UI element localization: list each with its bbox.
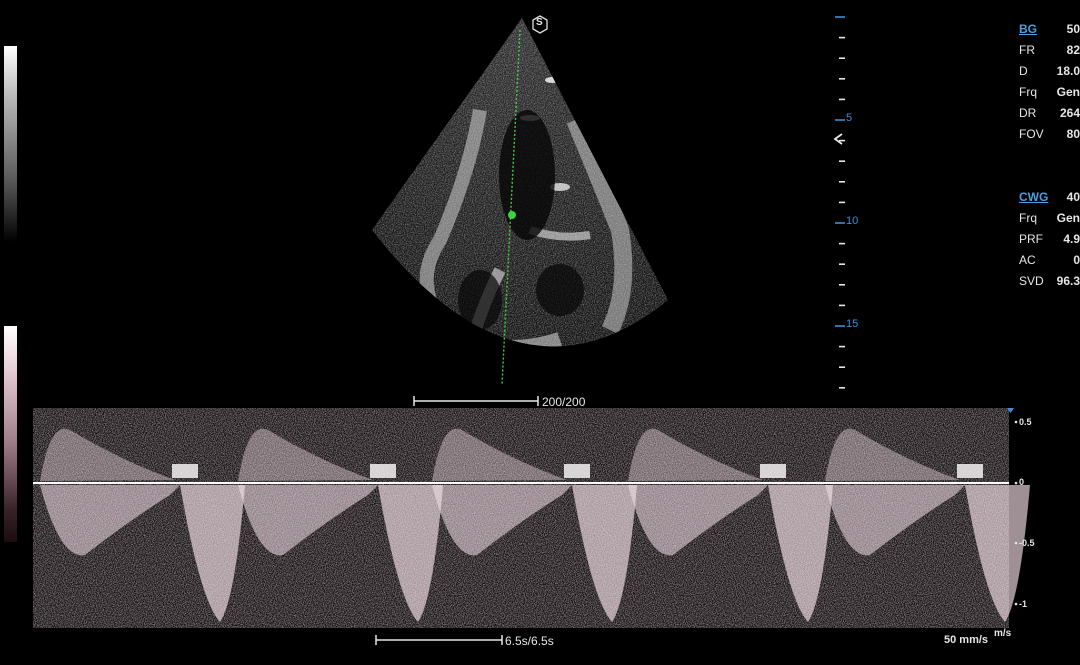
velocity-tick [1014,481,1018,485]
velocity-tick [1014,541,1018,545]
param-svd-label: SVD [1019,274,1044,288]
param-svd-value: 96.3 [1056,274,1080,288]
param-d-value: 18.0 [1056,64,1080,78]
sweep-speed-label: 50 mm/s [944,634,989,646]
param-frq-label: Frq [1019,85,1037,99]
param-d: D 18.0 [1019,64,1080,80]
depth-scale [835,16,845,389]
param-ac-label: AC [1019,253,1036,267]
param-cwg-label[interactable]: CWG [1019,190,1048,204]
depth-label-10: 10 [846,215,859,227]
param-cwg-value: 40 [1066,190,1080,204]
image-scale-bar [413,396,539,406]
param-fr-label: FR [1019,43,1035,57]
param-frq: Frq Gen [1019,85,1080,101]
param-prf: PRF 4.9 [1019,232,1080,248]
param-d-label: D [1019,64,1028,78]
sample-volume-marker[interactable] [508,211,516,219]
velocity-unit: m/s [994,628,1012,639]
doppler-spectrum [33,408,1030,628]
time-scale-bar [375,635,503,645]
param-dr-label: DR [1019,106,1037,120]
param-ac-value: 0 [1073,253,1080,267]
param-fov-label: FOV [1019,127,1044,141]
param-prf-value: 4.9 [1063,232,1080,246]
time-scale-label: 6.5s/6.5s [505,634,554,648]
param-fr: FR 82 [1019,43,1080,59]
s-marker-label: S [536,17,543,28]
depth-label-15: 15 [846,318,859,330]
param-prf-label: PRF [1019,232,1043,246]
param-bg-value: 50 [1066,22,1080,36]
image-scale-label: 200/200 [542,395,586,409]
orientation-chevron-icon [833,133,843,145]
ultrasound-display [33,15,1030,645]
param-ac: AC 0 [1019,253,1080,269]
velocity-tick [1014,602,1018,606]
bmode-sector [372,18,668,386]
param-fov-value: 80 [1066,127,1080,141]
param-fr-value: 82 [1066,43,1080,57]
param-cwg[interactable]: CWG 40 [1019,190,1080,206]
velocity-label--1: -1 [1019,599,1028,609]
param-bg[interactable]: BG 50 [1019,22,1080,38]
param-dr-value: 264 [1059,106,1080,120]
param-frq-value: Gen [1056,85,1080,99]
param-frq2-value: Gen [1056,211,1080,225]
param-svd: SVD 96.3 [1019,274,1080,290]
depth-label-5: 5 [846,112,853,124]
velocity-label-0.5: 0.5 [1019,417,1032,427]
param-dr: DR 264 [1019,106,1080,122]
param-frq2: Frq Gen [1019,211,1080,227]
velocity-tick [1014,420,1018,424]
velocity-label-0: 0 [1019,477,1025,487]
param-fov: FOV 80 [1019,127,1080,143]
param-bg-label[interactable]: BG [1019,22,1037,36]
velocity-label--0.5: -0.5 [1019,538,1035,548]
param-frq2-label: Frq [1019,211,1037,225]
